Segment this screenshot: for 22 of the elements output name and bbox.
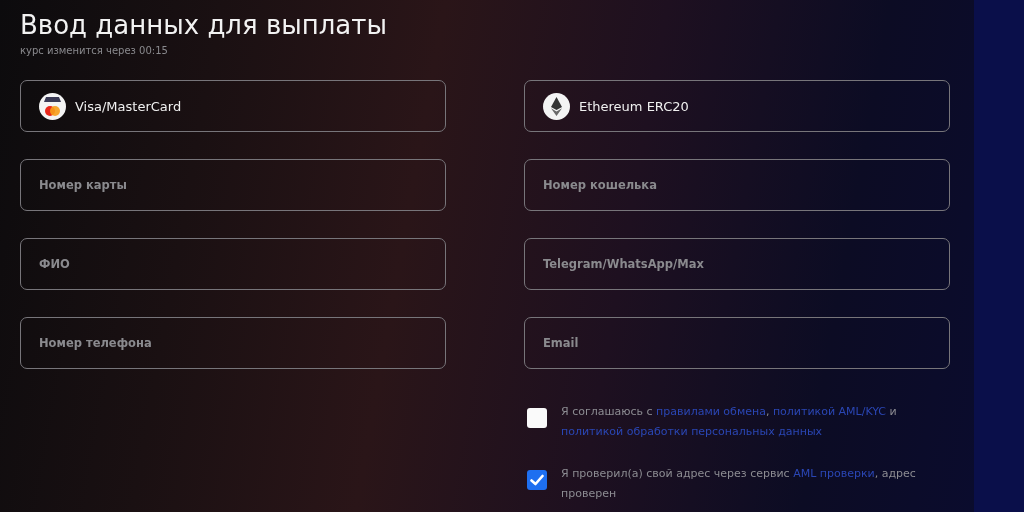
payment-method-label: Ethereum ERC20 (579, 98, 689, 114)
input-field[interactable]: Номер телефона (20, 317, 446, 369)
checkbox[interactable] (527, 470, 547, 490)
checkbox[interactable] (527, 408, 547, 428)
policy-link[interactable]: правилами обмена (656, 405, 766, 418)
input-field[interactable]: ФИО (20, 238, 446, 290)
input-field[interactable]: Номер кошелька (524, 159, 950, 211)
input-field[interactable]: Email (524, 317, 950, 369)
payment-method-selector[interactable]: Visa/MasterCard (20, 80, 446, 132)
rate-timer-text: курс изменится через 00:15 (20, 45, 169, 56)
card-logo-icon (39, 92, 66, 120)
ethereum-icon (543, 92, 570, 120)
page-title: Ввод данных для выплаты (20, 9, 388, 42)
policy-link[interactable]: политикой AML/KYC (772, 405, 887, 418)
input-field[interactable]: Номер карты (20, 159, 446, 211)
payment-method-selector[interactable]: Ethereum ERC20 (524, 80, 950, 132)
payment-method-label: Visa/MasterCard (75, 98, 182, 114)
input-field[interactable]: Telegram/WhatsApp/Max (524, 238, 950, 290)
policy-link[interactable]: AML проверки (793, 467, 875, 480)
policy-link[interactable]: политикой обработки персональных данных (561, 425, 823, 438)
agreement-text: Я соглашаюсь с правилами обмена, политикой AML/KYC и политикой обработки персональных данных (561, 404, 898, 440)
agreement-text: Я проверил(а) свой адрес через сервис AML проверки, адрес проверен (561, 466, 917, 502)
